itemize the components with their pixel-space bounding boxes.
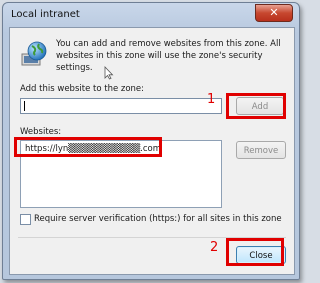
websites-label: Websites: [20,127,62,137]
annotation-step-2: 2 [210,240,219,255]
require-verification-checkbox[interactable] [20,214,31,225]
window-title: Local intranet [11,9,80,20]
require-verification-label: Require server verification (https:) for… [34,214,282,224]
annotation-step-1: 1 [207,92,216,107]
add-website-label: Add this website to the zone: [20,84,145,94]
remove-button[interactable]: Remove [236,141,286,159]
add-website-input[interactable] [20,98,222,114]
close-icon[interactable]: ✕ [255,4,293,22]
globe-icon [21,41,47,66]
mouse-cursor-icon [104,66,114,80]
zone-description: You can add and remove websites from thi… [56,39,281,73]
annotation-highlight-website [14,137,162,157]
annotation-highlight-close [226,238,284,266]
annotation-highlight-add [226,93,286,119]
text-caret [24,101,25,111]
